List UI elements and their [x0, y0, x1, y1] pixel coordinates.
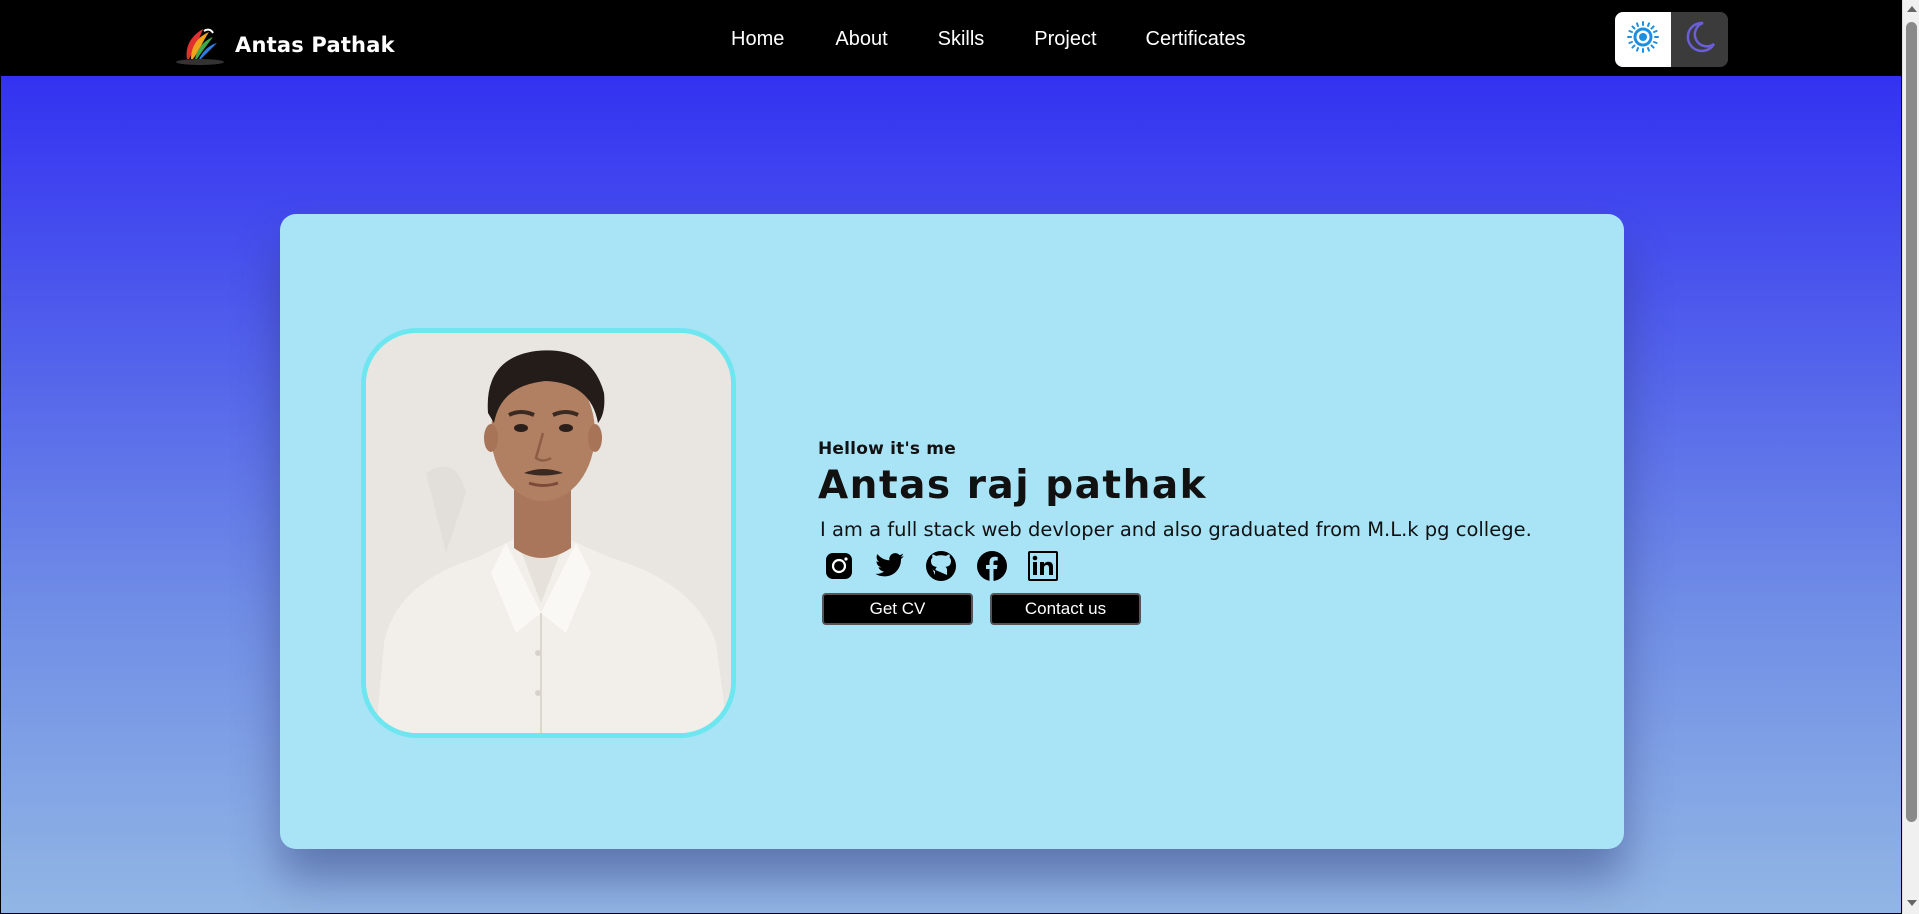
light-mode-button[interactable]: [1615, 12, 1671, 67]
hero-name: Antas raj pathak: [818, 463, 1208, 508]
nav-link-about[interactable]: About: [835, 25, 887, 53]
nav-link-home[interactable]: Home: [731, 25, 784, 53]
scroll-up-icon[interactable]: [1907, 6, 1917, 12]
hero-description: I am a full stack web devloper and also …: [820, 518, 1532, 541]
instagram-icon[interactable]: [822, 549, 856, 583]
nav-link-certificates[interactable]: Certificates: [1146, 25, 1246, 53]
nav-links: Home About Skills Project Certificates: [731, 25, 1296, 53]
contact-us-button[interactable]: Contact us: [990, 593, 1141, 625]
sun-icon: [1626, 20, 1660, 59]
scroll-down-icon[interactable]: [1907, 900, 1917, 906]
brand[interactable]: Antas Pathak: [173, 23, 395, 67]
nav-link-skills[interactable]: Skills: [938, 25, 985, 53]
intro-section: Hellow it's me Antas raj pathak I am a f…: [818, 439, 1578, 625]
moon-icon: [1683, 20, 1717, 59]
nav-link-project[interactable]: Project: [1034, 25, 1096, 53]
linkedin-icon[interactable]: [1026, 549, 1060, 583]
hero-card: Hellow it's me Antas raj pathak I am a f…: [280, 214, 1624, 849]
social-links: [822, 549, 1578, 583]
feather-quill-logo-icon: [173, 23, 227, 67]
greeting-text: Hellow it's me: [818, 439, 956, 459]
dark-mode-button[interactable]: [1671, 12, 1728, 67]
page: Antas Pathak Home About Skills Project C…: [0, 0, 1902, 914]
profile-photo: [361, 328, 736, 738]
twitter-icon[interactable]: [873, 549, 907, 583]
facebook-icon[interactable]: [975, 549, 1009, 583]
theme-toggle[interactable]: [1615, 12, 1728, 67]
brand-name: Antas Pathak: [235, 33, 395, 57]
get-cv-button[interactable]: Get CV: [822, 593, 973, 625]
scroll-thumb[interactable]: [1906, 22, 1917, 822]
github-icon[interactable]: [924, 549, 958, 583]
hero-buttons: Get CV Contact us: [822, 593, 1578, 625]
vertical-scrollbar[interactable]: [1902, 0, 1919, 914]
navbar: Antas Pathak Home About Skills Project C…: [1, 1, 1901, 76]
